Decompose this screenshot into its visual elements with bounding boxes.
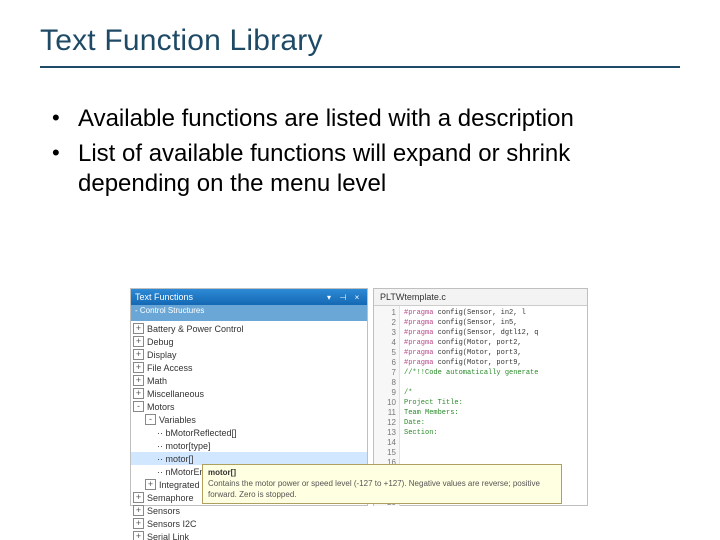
code-line: #pragma config(Sensor, in5, bbox=[404, 318, 587, 328]
collapse-icon[interactable]: - bbox=[133, 401, 144, 412]
tree-label: Semaphore bbox=[147, 493, 194, 503]
slide-title: Text Function Library bbox=[40, 24, 323, 58]
code-line: /* bbox=[404, 388, 587, 398]
code-line: Project Title: bbox=[404, 398, 587, 408]
expand-icon[interactable]: + bbox=[133, 349, 144, 360]
tree-row[interactable]: -Motors bbox=[131, 400, 367, 413]
expand-icon[interactable]: + bbox=[133, 362, 144, 373]
bullet-item: List of available functions will expand … bbox=[52, 139, 652, 200]
expand-icon[interactable]: + bbox=[133, 531, 144, 540]
function-tree[interactable]: +Battery & Power Control+Debug+Display+F… bbox=[131, 321, 367, 540]
tree-label: Serial Link bbox=[147, 532, 189, 540]
ide-screenshot: Text Functions ▾ ⊣ × - Control Structure… bbox=[130, 288, 590, 506]
tree-label: File Access bbox=[147, 363, 193, 373]
expand-icon[interactable]: + bbox=[133, 388, 144, 399]
tree-label: Integrated bbox=[159, 480, 200, 490]
code-line: Section: bbox=[404, 428, 587, 438]
panel-header-controls[interactable]: ▾ ⊣ × bbox=[323, 291, 363, 303]
close-icon[interactable]: × bbox=[351, 291, 363, 303]
tooltip-header: motor[] bbox=[208, 468, 556, 478]
title-underline bbox=[40, 66, 680, 68]
expand-icon[interactable]: + bbox=[133, 336, 144, 347]
tab-label: PLTWtemplate.c bbox=[380, 292, 446, 302]
panel-title: Text Functions bbox=[135, 292, 193, 302]
bullet-list: Available functions are listed with a de… bbox=[52, 104, 652, 204]
panel-header[interactable]: Text Functions ▾ ⊣ × bbox=[131, 289, 367, 305]
tree-row[interactable]: +Sensors bbox=[131, 504, 367, 517]
tree-label: ·· motor[] bbox=[157, 454, 194, 464]
expand-icon[interactable]: + bbox=[133, 492, 144, 503]
tree-label: Battery & Power Control bbox=[147, 324, 244, 334]
tree-label: Miscellaneous bbox=[147, 389, 204, 399]
tooltip-body: Contains the motor power or speed level … bbox=[208, 479, 556, 500]
tree-row[interactable]: +Math bbox=[131, 374, 367, 387]
code-line: Team Members: bbox=[404, 408, 587, 418]
expand-icon[interactable]: + bbox=[133, 505, 144, 516]
code-line bbox=[404, 378, 587, 388]
code-line: #pragma config(Sensor, dgtl12, q bbox=[404, 328, 587, 338]
tree-row[interactable]: +Miscellaneous bbox=[131, 387, 367, 400]
tree-label: Sensors I2C bbox=[147, 519, 197, 529]
tree-row[interactable]: ·· bMotorReflected[] bbox=[131, 426, 367, 439]
dropdown-icon[interactable]: ▾ bbox=[323, 291, 335, 303]
tree-row[interactable]: +Battery & Power Control bbox=[131, 322, 367, 335]
expand-icon[interactable]: + bbox=[133, 375, 144, 386]
code-line: #pragma config(Motor, port2, bbox=[404, 338, 587, 348]
code-line: //*!!Code automatically generate bbox=[404, 368, 587, 378]
function-tooltip: motor[] Contains the motor power or spee… bbox=[202, 464, 562, 504]
tree-label: Display bbox=[147, 350, 177, 360]
tree-label: Motors bbox=[147, 402, 175, 412]
tree-label: ·· motor[type] bbox=[157, 441, 211, 451]
tree-row[interactable]: +File Access bbox=[131, 361, 367, 374]
expand-icon[interactable]: + bbox=[145, 479, 156, 490]
tree-label: Math bbox=[147, 376, 167, 386]
category-selector[interactable]: - Control Structures bbox=[131, 305, 367, 321]
code-line: #pragma config(Sensor, in2, l bbox=[404, 308, 587, 318]
tree-row[interactable]: +Debug bbox=[131, 335, 367, 348]
tree-label: Sensors bbox=[147, 506, 180, 516]
code-line bbox=[404, 448, 587, 458]
tree-row[interactable]: -Variables bbox=[131, 413, 367, 426]
code-line bbox=[404, 438, 587, 448]
tree-row[interactable]: ·· motor[type] bbox=[131, 439, 367, 452]
pin-icon[interactable]: ⊣ bbox=[337, 291, 349, 303]
tree-label: Variables bbox=[159, 415, 196, 425]
slide: Text Function Library Available function… bbox=[0, 0, 720, 540]
code-line: Date: bbox=[404, 418, 587, 428]
tree-row[interactable]: +Sensors I2C bbox=[131, 517, 367, 530]
code-line: #pragma config(Motor, port3, bbox=[404, 348, 587, 358]
code-line: #pragma config(Motor, port9, bbox=[404, 358, 587, 368]
bullet-item: Available functions are listed with a de… bbox=[52, 104, 652, 135]
tree-row[interactable]: +Display bbox=[131, 348, 367, 361]
tree-label: Debug bbox=[147, 337, 174, 347]
tree-label: ·· bMotorReflected[] bbox=[157, 428, 237, 438]
expand-icon[interactable]: + bbox=[133, 323, 144, 334]
expand-icon[interactable]: + bbox=[133, 518, 144, 529]
tree-row[interactable]: +Serial Link bbox=[131, 530, 367, 540]
editor-tab[interactable]: PLTWtemplate.c bbox=[374, 289, 587, 306]
collapse-icon[interactable]: - bbox=[145, 414, 156, 425]
